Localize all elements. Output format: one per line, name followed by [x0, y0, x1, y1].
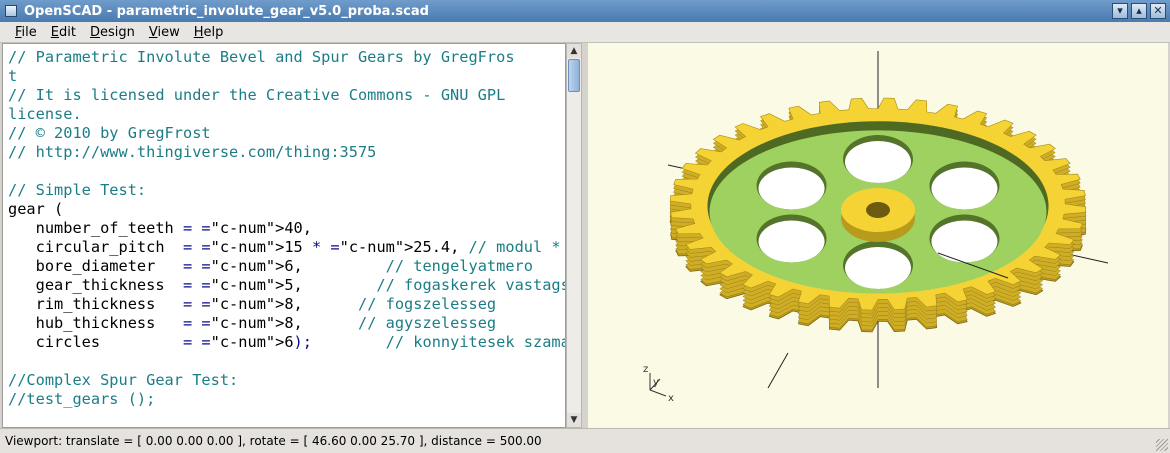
code-text[interactable]: // Parametric Involute Bevel and Spur Ge…: [3, 44, 565, 409]
axis-label-y: y: [653, 377, 659, 388]
menu-help[interactable]: Help: [187, 25, 231, 40]
y-axis-back: [767, 352, 789, 389]
window-title: OpenSCAD - parametric_involute_gear_v5.0…: [24, 3, 429, 19]
code-line[interactable]: [8, 352, 565, 371]
code-line[interactable]: //Complex Spur Gear Test:: [8, 371, 565, 390]
code-editor[interactable]: // Parametric Involute Bevel and Spur Ge…: [2, 43, 566, 428]
code-line[interactable]: bore_diameter = ="c-num">6, // tengelyat…: [8, 257, 565, 276]
menu-edit[interactable]: Edit: [44, 25, 83, 40]
maximize-button[interactable]: ▴: [1131, 3, 1147, 19]
resize-grip-icon[interactable]: [1156, 439, 1168, 451]
status-bar: Viewport: translate = [ 0.00 0.00 0.00 ]…: [0, 428, 1170, 453]
lightening-hole: [758, 167, 825, 210]
code-line[interactable]: // It is licensed under the Creative Com…: [8, 86, 565, 105]
code-line[interactable]: // © 2010 by GregFrost: [8, 124, 565, 143]
code-line[interactable]: rim_thickness = ="c-num">8, // fogszeles…: [8, 295, 565, 314]
menu-file[interactable]: File: [8, 25, 44, 40]
code-line[interactable]: [8, 162, 565, 181]
close-button[interactable]: ✕: [1150, 3, 1166, 19]
lightening-hole: [758, 220, 825, 263]
code-line[interactable]: number_of_teeth = ="c-num">40,: [8, 219, 565, 238]
code-line[interactable]: gear (: [8, 200, 565, 219]
title-bar[interactable]: OpenSCAD - parametric_involute_gear_v5.0…: [0, 0, 1170, 22]
openscad-app-icon[interactable]: [5, 5, 17, 17]
code-line[interactable]: gear_thickness = ="c-num">5, // fogasker…: [8, 276, 565, 295]
code-line[interactable]: hub_thickness = ="c-num">8, // agyszeles…: [8, 314, 565, 333]
code-line[interactable]: t: [8, 67, 565, 86]
code-line[interactable]: //test_gears ();: [8, 390, 565, 409]
lightening-hole: [845, 141, 911, 183]
gear-render: z xy: [643, 51, 1109, 404]
axis-label-x: x: [668, 393, 674, 404]
axis-label-z: z: [643, 364, 648, 375]
code-line[interactable]: // http://www.thingiverse.com/thing:3575: [8, 143, 565, 162]
minimize-button[interactable]: ▾: [1112, 3, 1128, 19]
scroll-up-arrow-icon[interactable]: ▲: [567, 44, 581, 58]
menu-bar: File Edit Design View Help: [0, 22, 1170, 43]
menu-design[interactable]: Design: [83, 25, 142, 40]
code-line[interactable]: license.: [8, 105, 565, 124]
menu-view[interactable]: View: [142, 25, 187, 40]
code-line[interactable]: // Parametric Involute Bevel and Spur Ge…: [8, 48, 565, 67]
code-line[interactable]: // Simple Test:: [8, 181, 565, 200]
hub-bore: [866, 202, 890, 218]
lightening-hole: [931, 220, 998, 263]
window-controls: ▾ ▴ ✕: [1112, 3, 1166, 19]
axis-indicator-x: [649, 389, 667, 397]
viewport-status-text: Viewport: translate = [ 0.00 0.00 0.00 ]…: [5, 434, 542, 448]
editor-scrollbar[interactable]: ▲ ▼: [566, 43, 582, 428]
code-line[interactable]: circular_pitch = ="c-num">15 * ="c-num">…: [8, 238, 565, 257]
lightening-hole: [845, 247, 911, 289]
code-line[interactable]: circles = ="c-num">6); // konnyitesek sz…: [8, 333, 565, 352]
scrollbar-thumb[interactable]: [568, 59, 580, 92]
lightening-hole: [931, 167, 998, 210]
3d-viewport[interactable]: z xy: [588, 43, 1168, 428]
scroll-down-arrow-icon[interactable]: ▼: [567, 413, 581, 427]
